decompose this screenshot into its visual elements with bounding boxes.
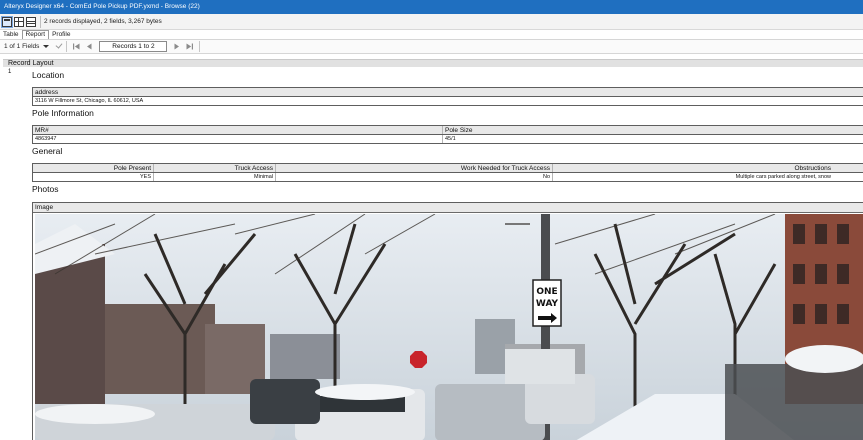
fields-selector-label: 1 of 1 Fields <box>4 43 40 50</box>
fields-selector-dropdown[interactable]: 1 of 1 Fields <box>4 43 50 50</box>
checkmark-icon[interactable] <box>54 42 63 51</box>
table-row: 4863947 45/1 <box>33 135 863 143</box>
window-title: Alteryx Designer x64 - ComEd Pole Pickup… <box>4 3 200 10</box>
sign-text-one: ONE <box>536 287 557 297</box>
report-view: Record Layout 1 Location address 3116 W … <box>0 54 863 440</box>
section-title-general: General <box>32 146 63 156</box>
tab-profile[interactable]: Profile <box>49 30 73 39</box>
table-header-row: address <box>33 88 863 97</box>
table-row: 3116 W Fillmore St, Chicago, IL 60612, U… <box>33 97 863 105</box>
table-row: YES Minimal No Multiple cars parked alon… <box>33 173 863 181</box>
records-range-input[interactable]: Records 1 to 2 <box>99 41 168 52</box>
pole-information-table: MR# Pole Size 4863947 45/1 <box>32 125 863 144</box>
column-header-mr: MR# <box>33 126 443 134</box>
pole-present-value: YES <box>33 173 154 181</box>
photo-table: Image ONE WAY <box>32 202 863 440</box>
pole-size-value: 45/1 <box>445 136 456 142</box>
tab-table[interactable]: Table <box>0 30 22 39</box>
general-table: Pole Present Truck Access Work Needed fo… <box>32 163 863 182</box>
sign-text-way: WAY <box>536 299 559 309</box>
column-header-image: Image <box>33 203 863 213</box>
split-horizontal-view-icon[interactable] <box>26 16 36 27</box>
single-view-icon[interactable] <box>1 15 13 28</box>
street-photo-image: ONE WAY <box>35 214 863 440</box>
split-vertical-view-icon[interactable] <box>14 16 24 27</box>
obstructions-value: Multiple cars parked along street, snow <box>735 174 831 180</box>
record-layout-header: Record Layout <box>3 59 863 67</box>
first-record-icon[interactable] <box>72 42 81 51</box>
toolbar-divider <box>40 15 41 28</box>
previous-record-icon[interactable] <box>85 42 94 51</box>
section-title-pole-information: Pole Information <box>32 108 94 118</box>
column-header-address: address <box>35 89 59 96</box>
section-title-location: Location <box>32 70 65 80</box>
record-status-text: 2 records displayed, 2 fields, 3,267 byt… <box>44 18 162 25</box>
record-row-number: 1 <box>8 69 12 75</box>
mr-value: 4863947 <box>33 135 443 143</box>
work-needed-value: No <box>276 173 553 181</box>
view-tabs: Table Report Profile <box>0 30 863 39</box>
section-title-photos: Photos <box>32 184 59 194</box>
record-navigation-bar: 1 of 1 Fields Records 1 to 2 <box>0 39 863 54</box>
truck-access-value: Minimal <box>154 173 276 181</box>
address-value: 3116 W Fillmore St, Chicago, IL 60612, U… <box>35 98 144 104</box>
column-header-truck-access: Truck Access <box>154 164 276 172</box>
window-title-bar: Alteryx Designer x64 - ComEd Pole Pickup… <box>0 0 863 14</box>
column-header-pole-size: Pole Size <box>445 127 473 134</box>
column-header-work-needed: Work Needed for Truck Access <box>276 164 553 172</box>
browse-toolbar: 2 records displayed, 2 fields, 3,267 byt… <box>0 14 863 30</box>
column-header-obstructions: Obstructions <box>794 165 832 172</box>
nav-divider <box>66 41 68 52</box>
column-header-pole-present: Pole Present <box>33 164 154 172</box>
nav-divider <box>199 41 201 52</box>
tab-report[interactable]: Report <box>21 30 50 39</box>
next-record-icon[interactable] <box>172 42 181 51</box>
table-header-row: MR# Pole Size <box>33 126 863 135</box>
chevron-down-icon <box>43 45 50 48</box>
location-table: address 3116 W Fillmore St, Chicago, IL … <box>32 87 863 106</box>
table-header-row: Pole Present Truck Access Work Needed fo… <box>33 164 863 173</box>
last-record-icon[interactable] <box>185 42 194 51</box>
